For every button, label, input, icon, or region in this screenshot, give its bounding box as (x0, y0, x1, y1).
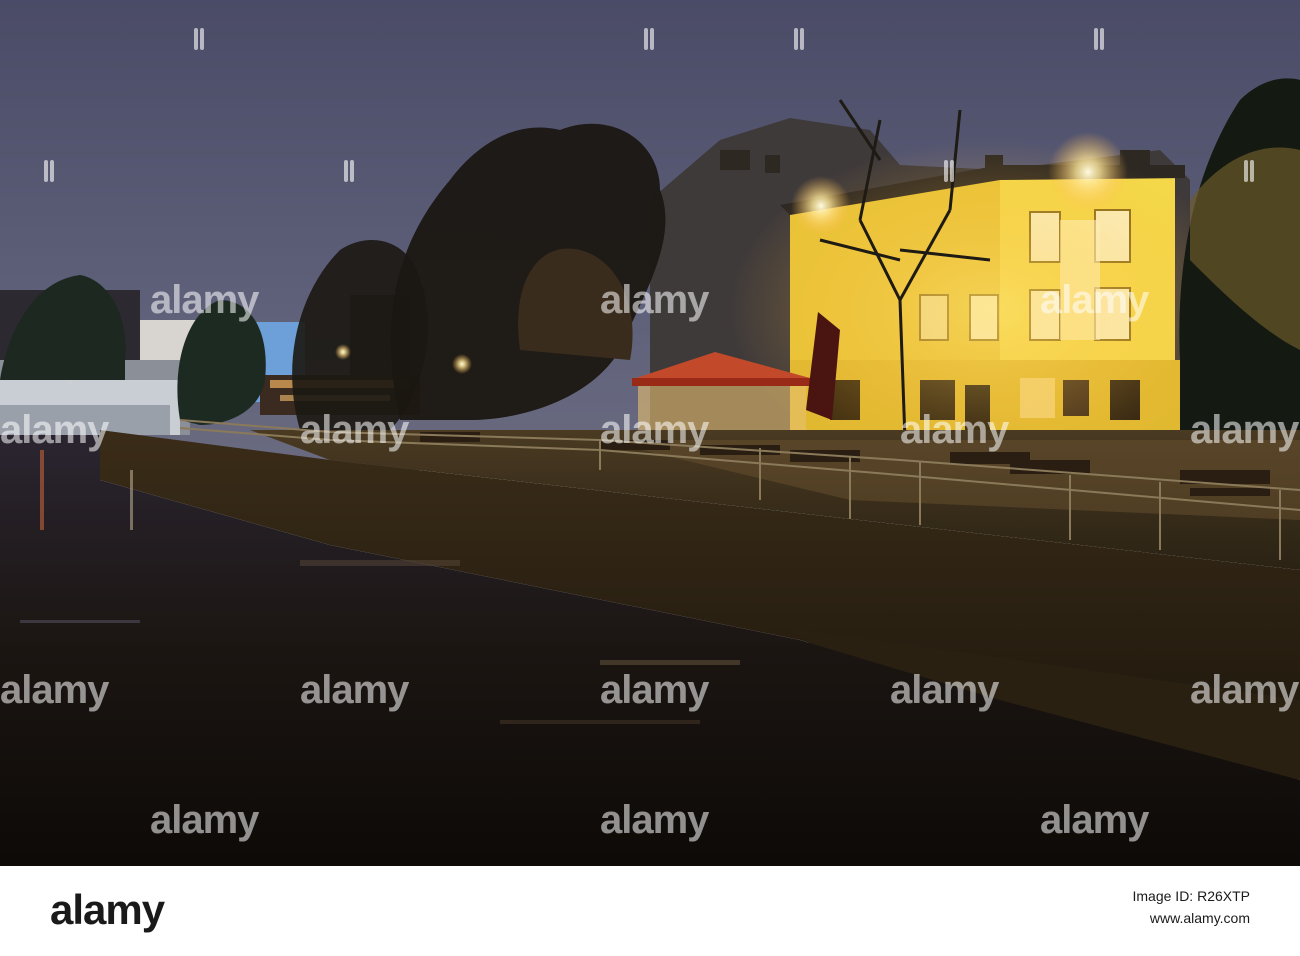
watermark-mark (43, 160, 55, 182)
watermark-mark (793, 28, 805, 50)
street-lamp-left (791, 176, 851, 236)
alamy-logo[interactable]: alamy (50, 886, 165, 934)
footer-bar: alamy Image ID: R26XTP www.alamy.com (0, 866, 1300, 956)
image-id: Image ID: R26XTP (1132, 888, 1251, 904)
watermark-text: alamy (300, 408, 409, 452)
watermark-text: alamy (1190, 408, 1299, 452)
watermark-mark (943, 160, 955, 182)
watermark-text: alamy (1040, 278, 1149, 322)
watermark-text: alamy (0, 668, 109, 712)
night-harbour-photo: alamy alamy alamy alamy alamy alamy alam… (0, 0, 1300, 866)
watermark-mark (193, 28, 205, 50)
watermark-mark (643, 28, 655, 50)
watermark-text: alamy (1040, 798, 1149, 842)
watermark-text: alamy (890, 668, 999, 712)
street-lamp-right (1048, 132, 1128, 212)
watermark-text: alamy (300, 668, 409, 712)
watermark-text: alamy (600, 668, 709, 712)
watermark-mark (1243, 160, 1255, 182)
watermark-text: alamy (600, 408, 709, 452)
watermark-text: alamy (600, 278, 709, 322)
watermark-mark (343, 160, 355, 182)
watermark-text: alamy (900, 408, 1009, 452)
watermark-text: alamy (150, 278, 259, 322)
watermark-text: alamy (1190, 668, 1299, 712)
watermark-mark (1093, 28, 1105, 50)
watermark-text: alamy (150, 798, 259, 842)
watermark-text: alamy (600, 798, 709, 842)
watermark-text: alamy (0, 408, 109, 452)
site-url[interactable]: www.alamy.com (1150, 910, 1250, 926)
